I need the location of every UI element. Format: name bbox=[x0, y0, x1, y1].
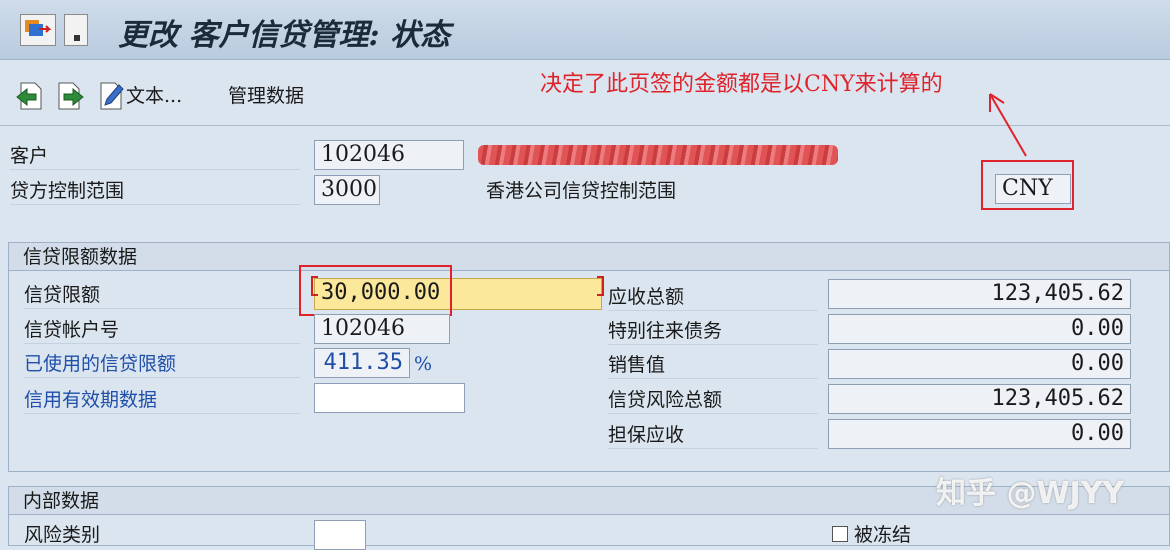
credit-limit-highlight-box bbox=[299, 265, 452, 316]
secured-receivables-label: 担保应收 bbox=[608, 422, 818, 449]
credit-area-field[interactable]: 3000 bbox=[314, 175, 380, 205]
risk-category-label: 风险类别 bbox=[24, 524, 101, 546]
annotation-text: 决定了此页签的金额都是以CNY来计算的 bbox=[540, 72, 943, 97]
risk-category-field[interactable] bbox=[314, 520, 366, 550]
blocked-label: 被冻结 bbox=[854, 524, 912, 546]
credit-validity-field[interactable] bbox=[314, 383, 465, 413]
customer-field[interactable]: 102046 bbox=[314, 140, 464, 170]
watermark: 知乎 @WJYY bbox=[936, 476, 1125, 511]
sap-menu-icon[interactable] bbox=[20, 14, 56, 46]
annotation-arrow bbox=[989, 93, 1027, 157]
credit-area-description: 香港公司信贷控制范围 bbox=[486, 180, 677, 202]
customer-label: 客户 bbox=[10, 143, 300, 170]
credit-validity-link[interactable]: 信用有效期数据 bbox=[24, 387, 300, 414]
credit-account-field[interactable]: 102046 bbox=[314, 314, 450, 344]
total-receivables-label: 应收总额 bbox=[608, 284, 818, 311]
system-menu-icon[interactable] bbox=[64, 14, 88, 46]
credit-limit-panel-title: 信贷限额数据 bbox=[9, 243, 1169, 271]
used-credit-field[interactable]: 411.35 bbox=[314, 348, 410, 378]
currency-field[interactable]: CNY bbox=[995, 174, 1071, 204]
redacted-customer-name bbox=[478, 145, 838, 165]
admin-data-button[interactable]: 管理数据 bbox=[228, 83, 304, 109]
text-button[interactable]: 文本... bbox=[126, 83, 182, 109]
previous-page-icon[interactable] bbox=[14, 80, 44, 112]
sales-value-field[interactable]: 0.00 bbox=[828, 349, 1131, 379]
input-bracket-right bbox=[597, 276, 604, 296]
special-liabilities-label: 特别往来债务 bbox=[608, 318, 818, 345]
text-edit-icon[interactable] bbox=[98, 80, 126, 112]
credit-exposure-label: 信贷风险总额 bbox=[608, 387, 818, 414]
percent-unit: % bbox=[414, 353, 433, 375]
sales-value-label: 销售值 bbox=[608, 352, 818, 379]
blocked-checkbox[interactable] bbox=[832, 526, 848, 542]
credit-area-label: 贷方控制范围 bbox=[10, 178, 300, 205]
secured-receivables-field[interactable]: 0.00 bbox=[828, 419, 1131, 449]
total-receivables-field[interactable]: 123,405.62 bbox=[828, 279, 1131, 309]
next-page-icon[interactable] bbox=[56, 80, 86, 112]
credit-exposure-field[interactable]: 123,405.62 bbox=[828, 384, 1131, 414]
credit-account-label: 信贷帐户号 bbox=[24, 317, 300, 344]
special-liabilities-field[interactable]: 0.00 bbox=[828, 314, 1131, 344]
credit-limit-label: 信贷限额 bbox=[24, 282, 300, 309]
page-title: 更改 客户信贷管理: 状态 bbox=[118, 18, 450, 53]
used-credit-limit-link[interactable]: 已使用的信贷限额 bbox=[24, 351, 300, 378]
